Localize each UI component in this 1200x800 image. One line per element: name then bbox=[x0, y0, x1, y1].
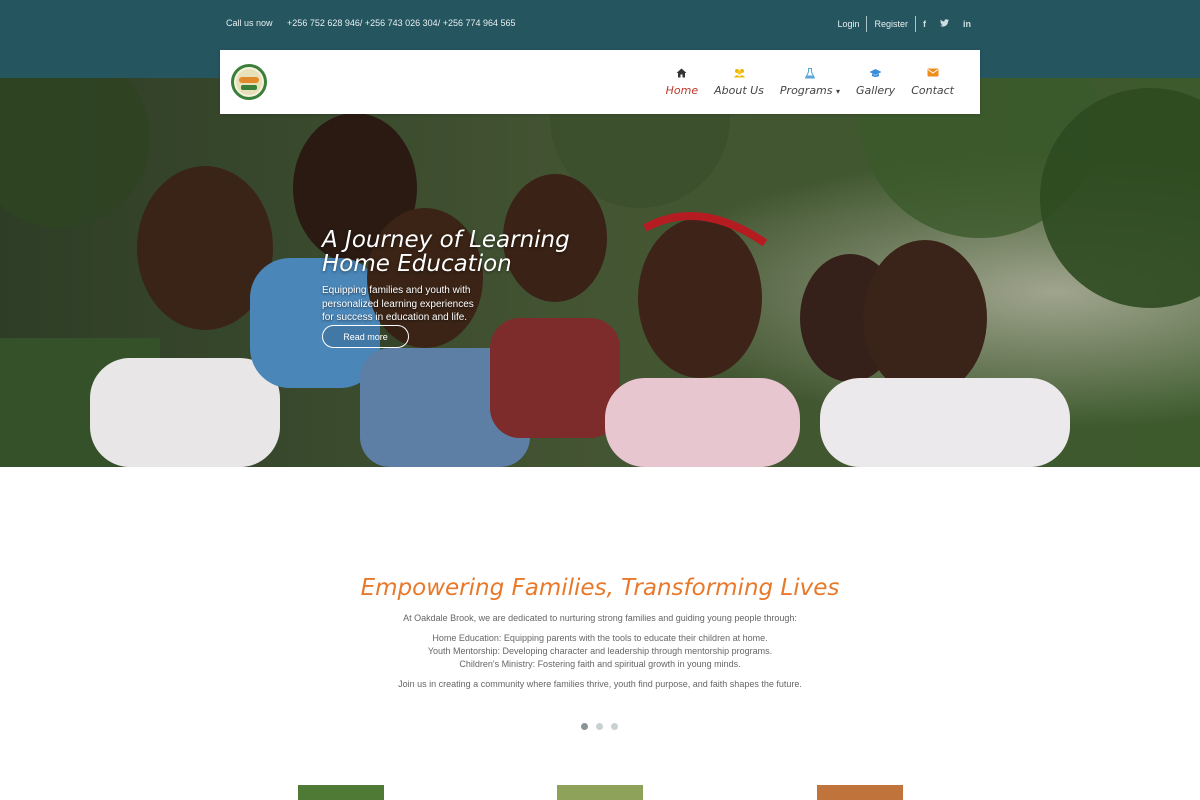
flask-icon bbox=[804, 68, 816, 80]
hero-title-line: A Journey of Learning bbox=[322, 227, 570, 253]
phone-numbers[interactable]: +256 752 628 946/ +256 743 026 304/ +256… bbox=[287, 18, 515, 28]
nav-label: Gallery bbox=[856, 84, 896, 97]
register-link[interactable]: Register bbox=[867, 16, 915, 32]
chevron-down-icon: ▾ bbox=[836, 87, 841, 96]
intro-item: Youth Mentorship: Developing character a… bbox=[427, 646, 773, 656]
hero-desc-line: for success in education and life. bbox=[322, 312, 468, 323]
nav-programs-label: Programs bbox=[779, 84, 833, 97]
nav-menu: Home About Us Programs ▾ Gallery Contact bbox=[658, 68, 962, 97]
nav-item-about[interactable]: About Us bbox=[706, 68, 772, 97]
intro-section: Empowering Families, Transforming Lives … bbox=[0, 467, 1200, 800]
intro-lead: At Oakdale Brook, we are dedicated to nu… bbox=[403, 613, 797, 623]
call-label: Call us now bbox=[226, 18, 273, 28]
hero-title-line: Home Education bbox=[322, 251, 512, 277]
read-more-button[interactable]: Read more bbox=[322, 325, 409, 348]
nav-label: Home bbox=[665, 84, 699, 97]
intro-item: Home Education: Equipping parents with t… bbox=[432, 633, 768, 643]
nav-item-contact[interactable]: Contact bbox=[903, 68, 962, 97]
hero-photo bbox=[0, 78, 1200, 467]
main-navbar: Home About Us Programs ▾ Gallery Contact bbox=[220, 50, 980, 114]
hero-desc-line: Equipping families and youth with bbox=[322, 285, 471, 296]
nav-item-gallery[interactable]: Gallery bbox=[848, 68, 903, 97]
call-info: Call us now +256 752 628 946/ +256 743 0… bbox=[226, 18, 516, 28]
carousel-dot[interactable] bbox=[581, 723, 588, 730]
twitter-icon[interactable] bbox=[933, 19, 956, 29]
hero-banner: A Journey of Learning Home Education Equ… bbox=[0, 78, 1200, 467]
login-link[interactable]: Login bbox=[830, 16, 866, 32]
intro-item: Children's Ministry: Fostering faith and… bbox=[459, 659, 741, 669]
facebook-icon[interactable]: f bbox=[916, 19, 933, 29]
envelope-icon bbox=[927, 68, 939, 80]
account-links: Login Register f in bbox=[830, 16, 978, 32]
nav-item-home[interactable]: Home bbox=[658, 68, 706, 97]
carousel-dot[interactable] bbox=[611, 723, 618, 730]
nav-label: Programs ▾ bbox=[780, 84, 840, 97]
intro-heading: Empowering Families, Transforming Lives bbox=[360, 575, 840, 601]
graduation-cap-icon bbox=[869, 68, 882, 80]
carousel-indicators bbox=[581, 723, 618, 730]
intro-closing: Join us in creating a community where fa… bbox=[398, 679, 802, 689]
logo-emblem bbox=[236, 69, 262, 95]
hero-desc-line: personalized learning experiences bbox=[322, 298, 474, 310]
users-icon bbox=[733, 68, 746, 80]
linkedin-icon[interactable]: in bbox=[956, 19, 978, 29]
nav-label: Contact bbox=[911, 84, 954, 97]
gallery-thumbnail[interactable] bbox=[817, 785, 903, 800]
gallery-thumbnail[interactable] bbox=[557, 785, 643, 800]
carousel-dot[interactable] bbox=[596, 723, 603, 730]
hero-title: A Journey of Learning Home Education bbox=[322, 228, 570, 276]
site-logo[interactable] bbox=[231, 64, 267, 100]
hero-description: Equipping families and youth with person… bbox=[322, 284, 482, 325]
nav-label: About Us bbox=[714, 84, 764, 97]
home-icon bbox=[676, 68, 687, 80]
nav-item-programs[interactable]: Programs ▾ bbox=[772, 68, 848, 97]
gallery-thumbnail[interactable] bbox=[298, 785, 384, 800]
